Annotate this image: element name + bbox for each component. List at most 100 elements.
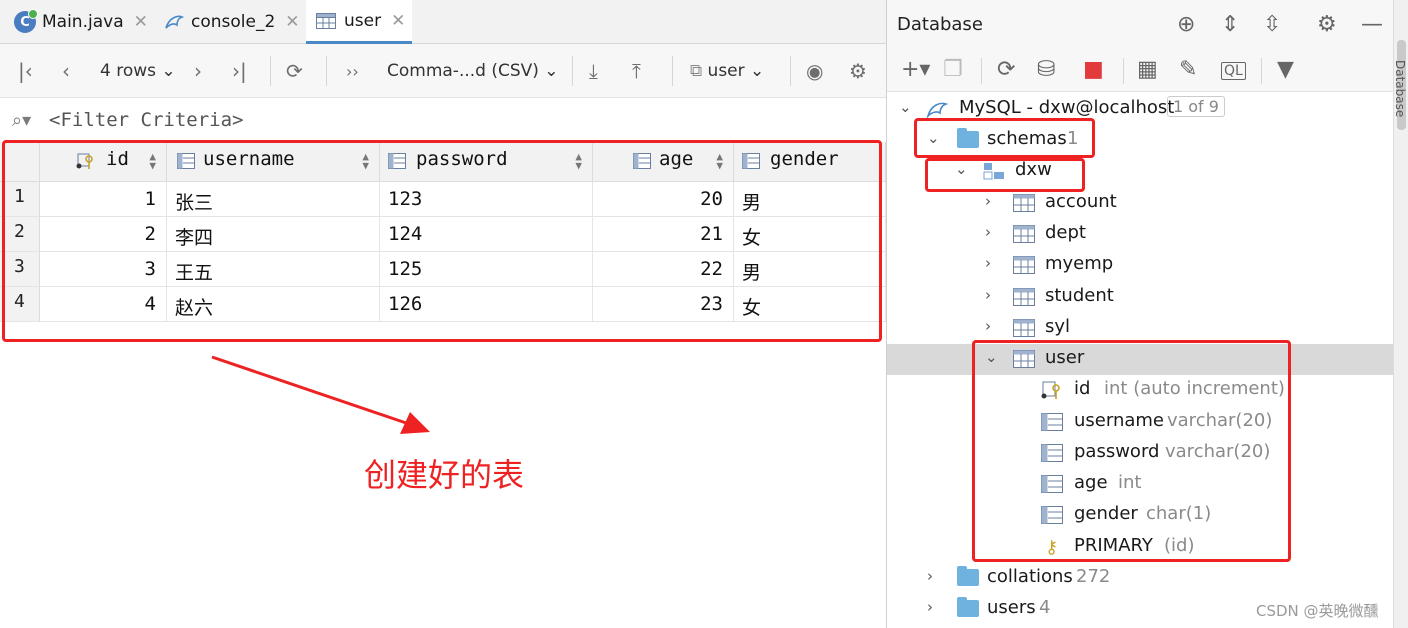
database-panel: Database ⊕ ⇕ ⇳ ⚙ — +▾ ❐ ⟳ ⛁ ■ ▦ ✎ QL ▼ ⌄… (887, 0, 1408, 628)
table-label: syl (1045, 316, 1071, 337)
chevron-right-icon[interactable]: › (985, 223, 991, 241)
last-page-icon[interactable]: ›| (232, 44, 247, 98)
connection-count-badge[interactable]: 1 of 9 (1167, 96, 1225, 117)
collapse-all-icon[interactable]: ⇳ (1263, 12, 1281, 37)
add-icon[interactable]: +▾ (901, 57, 930, 82)
tab-label: console_2 (191, 12, 276, 32)
collations-label: collations (987, 566, 1073, 587)
refresh-icon[interactable]: ⟳ (286, 44, 303, 98)
stop-icon[interactable]: ■ (1083, 57, 1104, 82)
table-link-icon: ⧉ (690, 61, 708, 81)
gear-icon[interactable]: ⚙ (1317, 12, 1337, 37)
table-highlight-box (2, 140, 882, 342)
table-icon (316, 12, 336, 29)
previous-page-icon[interactable]: ‹ (62, 44, 70, 98)
download-icon[interactable]: ⤓ (589, 44, 598, 98)
gear-icon[interactable]: ⚙ (849, 44, 867, 98)
refresh-icon[interactable]: ⟳ (997, 57, 1015, 82)
rows-count-dropdown[interactable]: 4 rows ⌄ (100, 44, 176, 98)
export-format-dropdown[interactable]: Comma-...d (CSV) ⌄ (387, 44, 559, 98)
tree-table-student[interactable]: › student (887, 282, 1393, 313)
tree-table-myemp[interactable]: › myemp (887, 250, 1393, 281)
first-page-icon[interactable]: |‹ (18, 44, 33, 98)
close-icon[interactable]: ✕ (285, 12, 299, 32)
folder-icon (957, 597, 979, 617)
table-icon (1013, 225, 1035, 243)
table-selector-label: user (707, 61, 745, 81)
chevron-right-icon[interactable]: › (985, 317, 991, 335)
table-view-icon[interactable]: ▦ (1137, 57, 1158, 82)
close-icon[interactable]: ✕ (134, 12, 148, 32)
toolbar-separator (672, 56, 673, 86)
upload-icon[interactable]: ⤒ (632, 44, 641, 98)
table-label: dept (1045, 222, 1086, 243)
mysql-dolphin-icon (926, 102, 949, 119)
toolbar-separator (790, 56, 791, 86)
database-toolbar: +▾ ❐ ⟳ ⛁ ■ ▦ ✎ QL ▼ (887, 50, 1408, 92)
table-label: student (1045, 285, 1114, 306)
database-panel-title: Database (897, 14, 983, 35)
table-icon (1013, 288, 1035, 306)
java-class-icon: C (14, 9, 38, 33)
user-table-highlight-box (972, 340, 1291, 562)
toolbar-separator (572, 56, 573, 86)
close-icon[interactable]: ✕ (391, 11, 405, 31)
database-side-tab[interactable]: Database (1393, 60, 1407, 117)
database-panel-header: Database ⊕ ⇕ ⇳ ⚙ — (887, 0, 1408, 50)
editor-tab-bar: C Main.java ✕ console_2 ✕ user ✕ (0, 0, 886, 44)
chevron-right-icon[interactable]: › (985, 254, 991, 272)
schema-settings-icon[interactable]: ⛁ (1037, 57, 1055, 82)
chevron-right-icon[interactable]: › (927, 598, 933, 616)
table-selector-dropdown[interactable]: ⧉ user ⌄ (690, 44, 764, 98)
filter-icon[interactable]: ▼ (1277, 57, 1294, 82)
table-icon (1013, 319, 1035, 337)
table-icon (1013, 194, 1035, 212)
connection-label: MySQL - dxw@localhost (959, 97, 1175, 118)
tab-console-2[interactable]: console_2 ✕ (163, 0, 300, 44)
chevron-down-icon[interactable]: ⌄ (899, 98, 912, 116)
tree-table-dept[interactable]: › dept (887, 219, 1393, 250)
editor-pane: C Main.java ✕ console_2 ✕ user ✕ |‹ ‹ 4 … (0, 0, 886, 628)
watermark: CSDN @英晚微醺 (1256, 602, 1379, 620)
filter-criteria-input[interactable]: <Filter Criteria> (49, 109, 243, 131)
users-count: 4 (1039, 597, 1051, 618)
tree-table-account[interactable]: › account (887, 188, 1393, 219)
edit-icon[interactable]: ✎ (1179, 57, 1197, 82)
folder-icon (957, 566, 979, 586)
copy-icon[interactable]: ❐ (943, 57, 963, 82)
export-format-label: Comma-...d (CSV) (387, 61, 539, 81)
tab-label: user (344, 10, 382, 31)
table-label: account (1045, 191, 1117, 212)
toolbar-separator (1123, 58, 1124, 84)
tab-main-java[interactable]: C Main.java ✕ (14, 0, 148, 44)
filter-bar[interactable]: ⌕▾ <Filter Criteria> (0, 98, 886, 142)
toolbar-separator (1261, 58, 1262, 84)
toolbar-separator (981, 58, 982, 84)
query-console-icon[interactable]: QL (1221, 62, 1246, 80)
search-icon[interactable]: ⌕▾ (12, 110, 31, 131)
mysql-console-icon (165, 15, 185, 29)
collations-count: 272 (1076, 566, 1111, 587)
tab-label: Main.java (42, 12, 124, 32)
toolbar-separator (270, 56, 271, 86)
annotation-label: 创建好的表 (364, 456, 525, 494)
rows-count-label: 4 rows (100, 61, 156, 81)
annotation-arrow (211, 355, 430, 434)
table-icon (1013, 256, 1035, 274)
crosshair-icon[interactable]: ⊕ (1177, 12, 1195, 37)
minimize-icon[interactable]: — (1361, 12, 1383, 37)
chevron-right-icon[interactable]: › (927, 567, 933, 585)
tree-collations[interactable]: › collations 272 (887, 563, 1393, 594)
next-page-icon[interactable]: › (194, 44, 202, 98)
result-toolbar: |‹ ‹ 4 rows ⌄ › ›| ⟳ ›› Comma-...d (CSV)… (0, 44, 886, 98)
schemas-highlight-box (914, 118, 1095, 158)
expand-all-icon[interactable]: ⇕ (1221, 12, 1239, 37)
tab-user[interactable]: user ✕ (306, 0, 412, 44)
chevron-right-icon[interactable]: › (985, 192, 991, 210)
users-label: users (987, 597, 1036, 618)
more-actions-icon[interactable]: ›› (346, 44, 359, 98)
chevron-right-icon[interactable]: › (985, 286, 991, 304)
table-label: myemp (1045, 253, 1114, 274)
schema-highlight-box (925, 158, 1085, 192)
view-eye-icon[interactable]: ◉ (806, 44, 823, 98)
